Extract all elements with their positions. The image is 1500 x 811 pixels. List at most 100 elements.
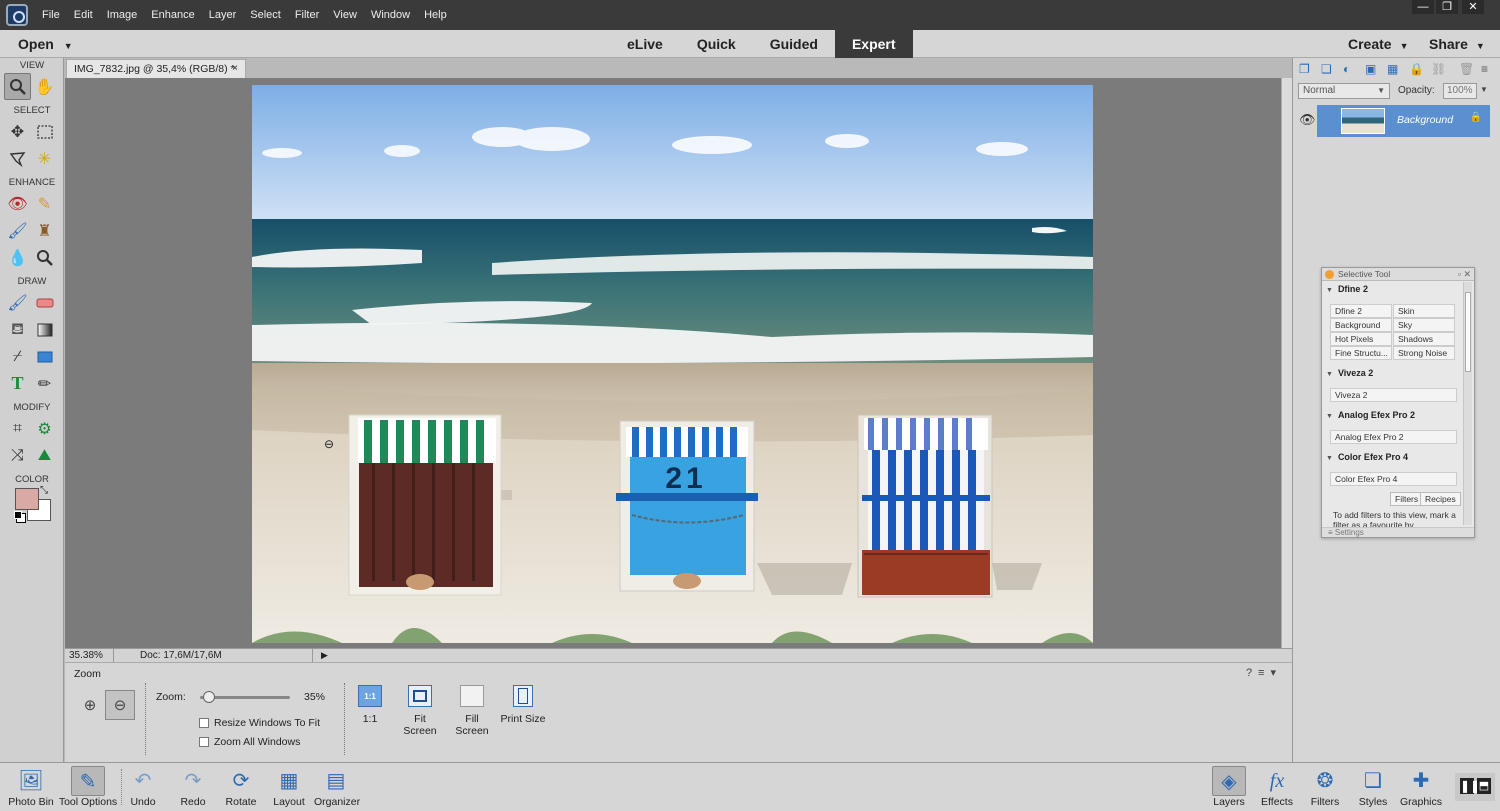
organizer-button[interactable]: ▤ Organizer — [314, 766, 360, 808]
gradient-tool-icon[interactable] — [31, 316, 58, 343]
checkbox-box[interactable] — [199, 737, 209, 747]
preset-fine-structure[interactable]: Fine Structu... — [1330, 346, 1392, 360]
red-eye-tool-icon[interactable]: 👁 — [4, 190, 31, 217]
link-layers-icon[interactable]: ⛓ — [1431, 62, 1446, 76]
close-document-icon[interactable]: × — [232, 60, 238, 78]
content-aware-move-icon[interactable]: ⤨ — [4, 442, 31, 469]
photo-bin-button[interactable]: 🖼 Photo Bin — [8, 766, 54, 808]
menu-filter[interactable]: Filter — [295, 9, 319, 21]
tab-expert[interactable]: Expert — [834, 30, 913, 58]
selective-tool-scrollbar[interactable] — [1463, 282, 1472, 525]
fit-screen-button[interactable]: Fit Screen — [397, 685, 443, 737]
adjustment-layer-icon[interactable]: ◐ — [1343, 62, 1350, 76]
preset-strong-noise[interactable]: Strong Noise — [1393, 346, 1455, 360]
menu-layer[interactable]: Layer — [209, 9, 237, 21]
tab-elive[interactable]: eLive — [610, 30, 680, 58]
lasso-tool-icon[interactable] — [4, 145, 31, 172]
healing-brush-icon[interactable]: ✎ — [31, 190, 58, 217]
preset-skin[interactable]: Skin — [1393, 304, 1455, 318]
foreground-color-swatch[interactable] — [15, 488, 39, 510]
effects-button[interactable]: fx Effects — [1260, 766, 1294, 808]
tab-quick[interactable]: Quick — [680, 30, 753, 58]
panel-close-controls-icon[interactable]: ▫ ✕ — [1458, 268, 1471, 281]
close-window-button[interactable]: ✕ — [1462, 0, 1484, 14]
blend-mode-select[interactable]: Normal ▼ — [1298, 83, 1390, 99]
undo-button[interactable]: ↶ Undo — [126, 766, 160, 808]
selective-tool-titlebar[interactable]: Selective Tool ▫ ✕ — [1322, 268, 1474, 281]
recompose-tool-icon[interactable]: ⚙ — [31, 415, 58, 442]
preset-sky[interactable]: Sky — [1393, 318, 1455, 332]
menu-edit[interactable]: Edit — [74, 9, 93, 21]
swap-colors-icon[interactable]: ⤡ — [40, 485, 48, 496]
preset-color-efex[interactable]: Color Efex Pro 4 — [1330, 472, 1457, 486]
default-colors-icon[interactable] — [14, 511, 22, 519]
menu-view[interactable]: View — [333, 9, 357, 21]
scrollbar-thumb[interactable] — [1465, 292, 1471, 372]
one-to-one-button[interactable]: 1:1 1:1 — [355, 685, 385, 725]
marquee-tool-icon[interactable] — [31, 118, 58, 145]
filters-button[interactable]: ❂ Filters — [1308, 766, 1342, 808]
minimize-button[interactable]: — — [1412, 0, 1434, 14]
clone-stamp-icon[interactable]: ♜ — [31, 217, 58, 244]
menu-enhance[interactable]: Enhance — [151, 9, 194, 21]
status-zoom[interactable]: 35.38% — [69, 649, 103, 662]
move-tool-icon[interactable]: ✥ — [4, 118, 31, 145]
lock-all-icon[interactable]: 🔒 — [1409, 62, 1424, 76]
eyedropper-icon[interactable]: ⌿ — [4, 343, 31, 370]
hand-tool-icon[interactable]: ✋ — [31, 73, 58, 100]
maximize-button[interactable]: ❐ — [1436, 0, 1458, 14]
layer-visibility-icon[interactable]: 👁 — [1299, 112, 1316, 128]
menu-help[interactable]: Help — [424, 9, 447, 21]
tab-guided[interactable]: Guided — [753, 30, 835, 58]
color-efex-section-header[interactable]: ▼ Color Efex Pro 4 — [1326, 452, 1408, 462]
layer-mask-icon[interactable]: ▣ — [1365, 62, 1376, 76]
zoom-tool-icon[interactable] — [4, 73, 31, 100]
redo-button[interactable]: ↷ Redo — [176, 766, 210, 808]
zoom-out-icon[interactable]: ⊖ — [105, 690, 135, 720]
zoom-slider[interactable] — [200, 691, 290, 703]
dfine-section-header[interactable]: ▼ Dfine 2 — [1326, 284, 1368, 294]
crop-tool-icon[interactable]: ⌗ — [4, 415, 31, 442]
tool-options-button[interactable]: ✎ Tool Options — [58, 766, 118, 808]
preset-analog-efex[interactable]: Analog Efex Pro 2 — [1330, 430, 1457, 444]
menu-window[interactable]: Window — [371, 9, 410, 21]
fill-screen-button[interactable]: Fill Screen — [448, 685, 496, 737]
checkbox-box[interactable] — [199, 718, 209, 728]
share-button[interactable]: Share ▼ — [1429, 36, 1485, 52]
sponge-tool-icon[interactable] — [31, 244, 58, 271]
vertical-scrollbar[interactable] — [1281, 78, 1292, 648]
new-layer-icon[interactable]: ❐ — [1299, 62, 1310, 76]
tab-filters[interactable]: Filters — [1390, 492, 1424, 506]
screen-icon[interactable]: ⬒ — [1477, 778, 1491, 794]
panel-menu-icon[interactable]: ❚❚ ⬒ — [1455, 773, 1495, 801]
print-size-button[interactable]: Print Size — [500, 685, 546, 725]
styles-button[interactable]: ❏ Styles — [1356, 766, 1390, 808]
create-button[interactable]: Create ▼ — [1348, 36, 1409, 52]
resize-windows-checkbox[interactable]: Resize Windows To Fit — [199, 717, 320, 729]
preset-hot-pixels[interactable]: Hot Pixels — [1330, 332, 1392, 346]
layout-button[interactable]: ▦ Layout — [270, 766, 308, 808]
eraser-tool-icon[interactable] — [31, 289, 58, 316]
rotate-button[interactable]: ⟳ Rotate — [222, 766, 260, 808]
analog-section-header[interactable]: ▼ Analog Efex Pro 2 — [1326, 410, 1415, 420]
beach-photo[interactable]: 21 — [252, 85, 1093, 643]
preset-viveza2[interactable]: Viveza 2 — [1330, 388, 1457, 402]
tool-options-help-icons[interactable]: ?≡▾ — [1246, 666, 1282, 679]
opacity-field[interactable]: 100% — [1443, 83, 1477, 99]
magic-wand-icon[interactable]: ✳ — [31, 145, 58, 172]
status-expand-arrow-icon[interactable]: ▶ — [321, 649, 328, 662]
document-tab[interactable]: IMG_7832.jpg @ 35,4% (RGB/8) * × — [66, 59, 246, 78]
shape-tool-icon[interactable] — [31, 343, 58, 370]
menu-select[interactable]: Select — [250, 9, 281, 21]
menu-image[interactable]: Image — [107, 9, 138, 21]
zoom-all-windows-checkbox[interactable]: Zoom All Windows — [199, 736, 300, 748]
zoom-in-icon[interactable]: ⊕ — [75, 690, 105, 720]
pencil-tool-icon[interactable]: ✏ — [31, 370, 58, 397]
graphics-button[interactable]: ✚ Graphics — [1400, 766, 1442, 808]
menu-file[interactable]: File — [42, 9, 60, 21]
blur-tool-icon[interactable]: 💧 — [4, 244, 31, 271]
new-group-icon[interactable]: ❏ — [1321, 62, 1332, 76]
pause-icon[interactable]: ❚❚ — [1460, 778, 1480, 794]
smart-brush-icon[interactable]: 🖌 — [4, 217, 31, 244]
settings-link[interactable]: ≡ Settings — [1322, 527, 1474, 537]
